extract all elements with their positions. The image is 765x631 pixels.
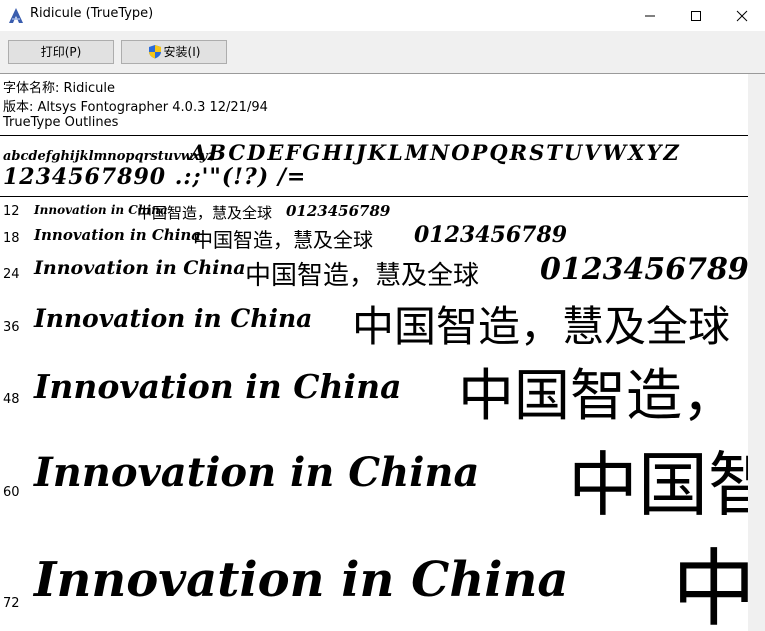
uac-shield-icon xyxy=(148,45,161,59)
sample-latin: Innovation in China xyxy=(34,449,480,496)
sample-latin: Innovation in China xyxy=(34,304,313,333)
minimize-button[interactable] xyxy=(627,0,673,31)
maximize-button[interactable] xyxy=(673,0,719,31)
vertical-scrollbar[interactable] xyxy=(748,74,765,631)
size-label: 18 xyxy=(3,231,20,246)
sample-latin: Innovation in China xyxy=(34,367,402,406)
sample-cjk: 中 xyxy=(672,540,757,631)
minimize-icon xyxy=(645,15,655,17)
title-bar: Ridicule (TrueType) xyxy=(0,0,765,31)
sample-latin: Innovation in China xyxy=(34,226,202,244)
install-button[interactable]: 安装(I) xyxy=(121,40,227,64)
sample-cjk: 中国智造，慧及全球 xyxy=(245,261,480,291)
print-button[interactable]: 打印(P) xyxy=(8,40,114,64)
uppercase-glyphs: ABCDEFGHIJKLMNOPQRSTUVWXYZ xyxy=(190,140,681,165)
lowercase-glyphs: abcdefghijklmnopqrstuvwxyz xyxy=(3,149,215,164)
size-label: 24 xyxy=(3,267,20,282)
size-label: 60 xyxy=(3,485,20,500)
install-button-label: 安装(I) xyxy=(163,45,201,59)
sample-digits: 0123456789 xyxy=(286,202,391,220)
sample-cjk: 中国智造，慧及全球 xyxy=(193,228,373,252)
sample-cjk: 中国智造，慧及全球 xyxy=(137,204,273,222)
divider xyxy=(0,196,748,197)
size-label: 36 xyxy=(3,320,20,335)
sample-cjk: 中国智 xyxy=(568,444,765,526)
size-label: 12 xyxy=(3,204,20,219)
close-button[interactable] xyxy=(719,0,765,31)
size-label: 72 xyxy=(3,596,20,611)
sample-latin: Innovation in China xyxy=(34,257,246,279)
sample-cjk: 中国智造， xyxy=(458,364,738,429)
sample-digits: 0123456789 xyxy=(540,252,749,287)
font-type-line: TrueType Outlines xyxy=(3,115,119,130)
font-app-icon xyxy=(9,8,23,23)
sample-cjk: 中国智造，慧及全球 xyxy=(352,302,731,351)
digit-symbol-glyphs: 1234567890 .:;'"(!?) /= xyxy=(3,164,307,190)
font-preview-area: 字体名称: Ridicule 版本: Altsys Fontographer 4… xyxy=(0,73,765,631)
window-title: Ridicule (TrueType) xyxy=(30,6,154,21)
size-label: 48 xyxy=(3,392,20,407)
sample-latin: Innovation in China xyxy=(34,552,569,608)
print-button-label: 打印(P) xyxy=(40,45,82,59)
maximize-icon xyxy=(691,11,701,21)
toolbar: 打印(P) 安装(I) xyxy=(0,31,765,73)
font-name-line: 字体名称: Ridicule xyxy=(3,81,116,96)
divider xyxy=(0,135,748,136)
font-version-line: 版本: Altsys Fontographer 4.0.3 12/21/94 xyxy=(3,100,268,115)
close-icon xyxy=(736,10,748,22)
sample-digits: 0123456789 xyxy=(414,222,568,248)
